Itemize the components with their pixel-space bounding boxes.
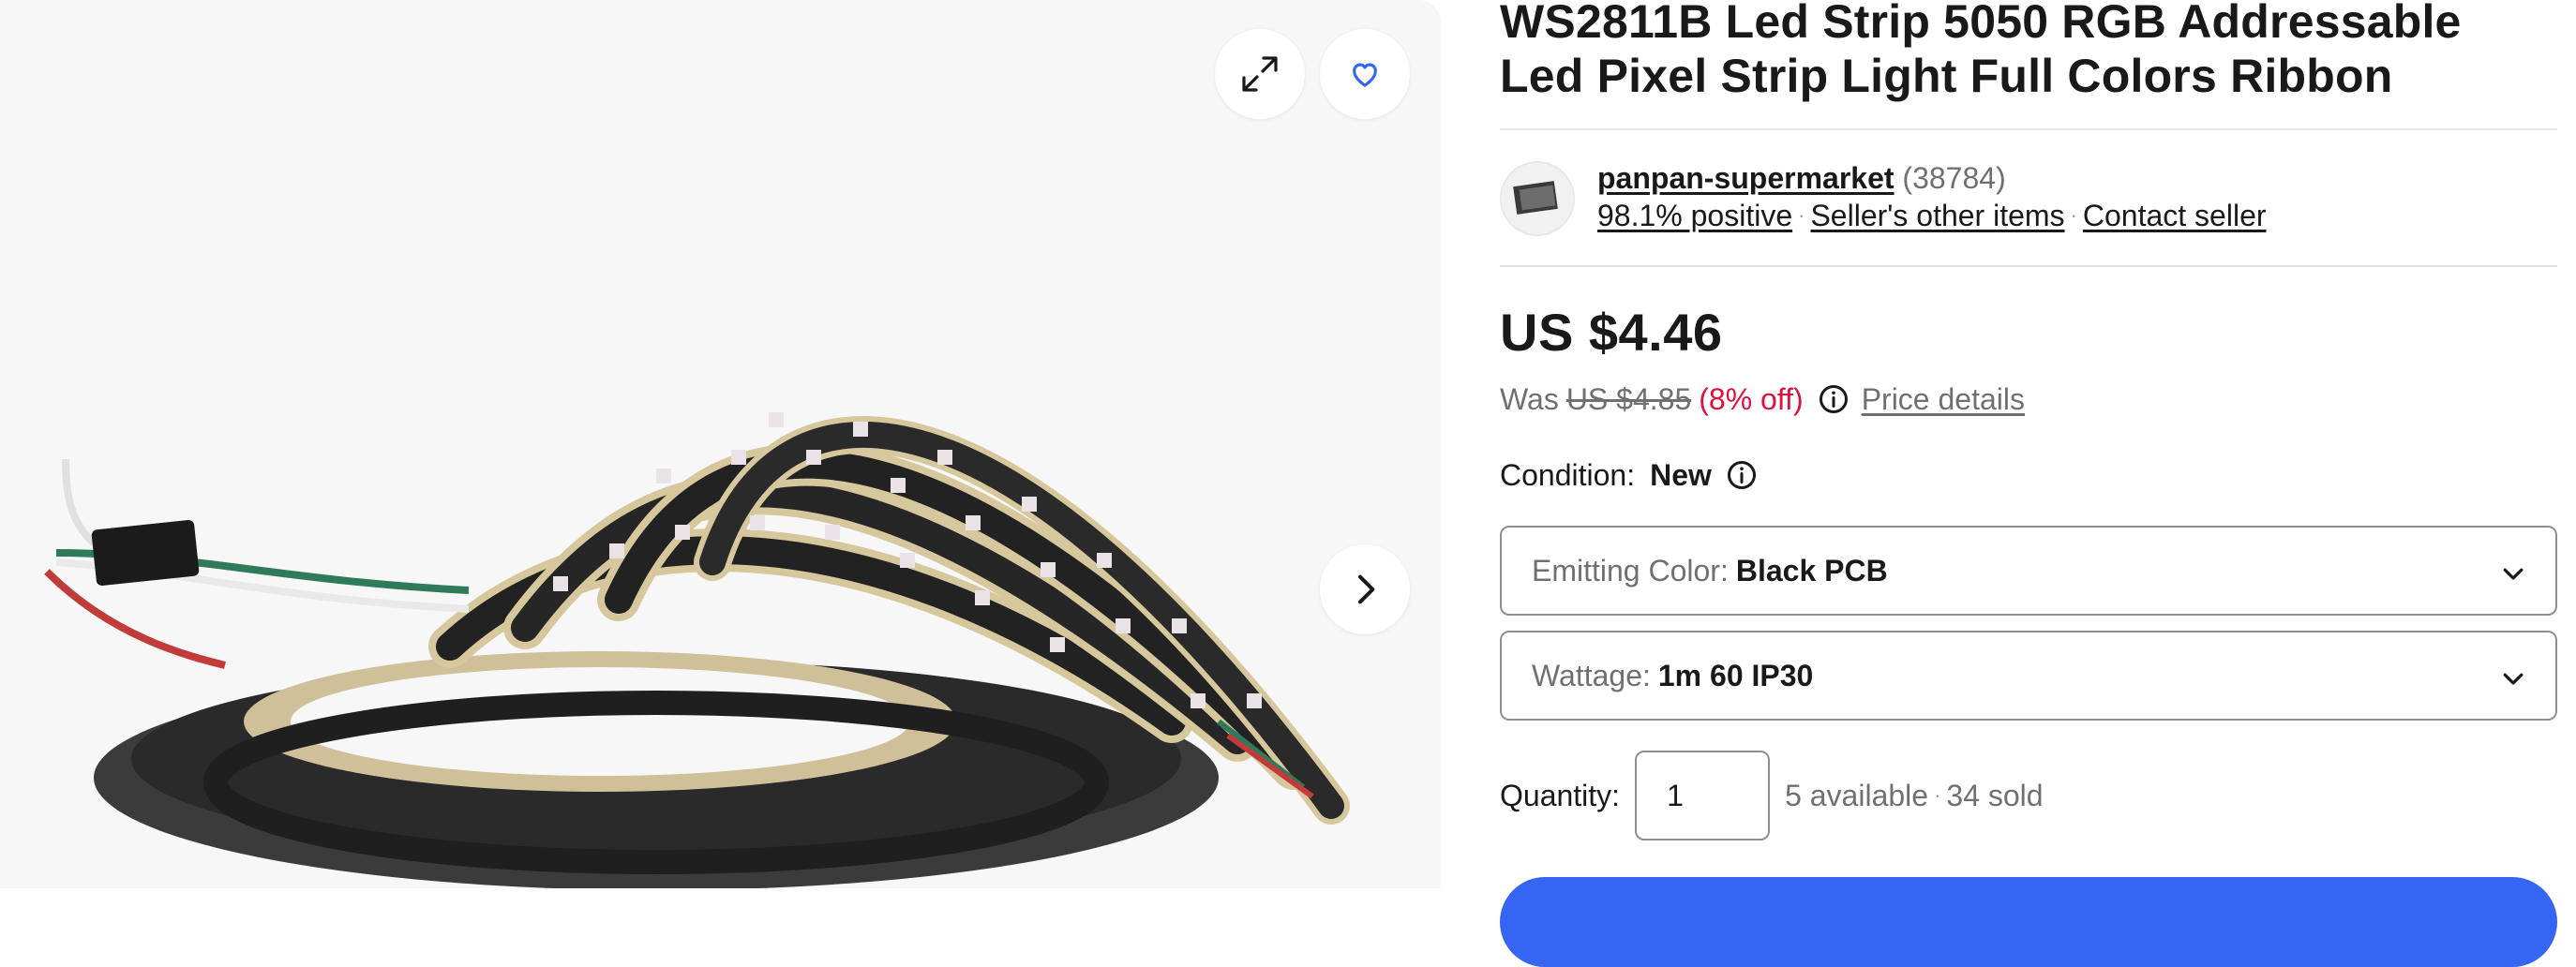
quantity-input[interactable] [1635, 751, 1771, 841]
quantity-row: Quantity: 5 available·34 sold [1500, 750, 2044, 841]
discount-percent: (8% off) [1699, 382, 1804, 416]
was-price-row: Was US $4.85 (8% off) Price details [1500, 379, 2025, 420]
sold-count: 34 sold [1946, 778, 2044, 812]
expand-image-button[interactable] [1215, 29, 1305, 119]
dot-separator: · [2070, 203, 2077, 227]
chevron-down-icon [2503, 673, 2524, 685]
seller-info: panpan-supermarket (38784) [1597, 157, 2006, 199]
buy-it-now-button[interactable] [1500, 877, 2557, 967]
seller-feedback-count: (38784) [1902, 161, 2006, 195]
item-title: WS2811B Led Strip 5050 RGB Addressable L… [1500, 0, 2462, 102]
dot-separator: · [1934, 782, 1941, 807]
condition-label: Condition: [1500, 458, 1636, 492]
seller-logo-icon [1513, 181, 1558, 215]
wattage-select[interactable]: Wattage: 1m 60 IP30 [1500, 631, 2557, 721]
availability-text: 5 available · 34 sold [1785, 779, 2044, 813]
seller-name-link[interactable]: panpan-supermarket [1597, 161, 1895, 195]
contact-seller-link[interactable]: Contact seller [2083, 199, 2267, 232]
divider [1500, 128, 2557, 130]
seller-other-items-link[interactable]: Seller's other items [1810, 199, 2064, 232]
seller-avatar[interactable] [1500, 161, 1575, 236]
product-image [44, 412, 1350, 888]
price-details-link[interactable]: Price details [1862, 379, 2025, 420]
info-icon[interactable] [1725, 458, 1759, 492]
quantity-label: Quantity: [1500, 778, 1621, 812]
heart-icon [1353, 63, 1377, 87]
chevron-down-icon [2503, 568, 2524, 580]
select-value: 1m 60 IP30 [1657, 658, 1814, 692]
dot-separator: · [1798, 203, 1805, 227]
divider [1500, 265, 2557, 267]
expand-arrows-icon [1242, 56, 1278, 92]
available-count: 5 available [1785, 778, 1929, 812]
original-price: US $4.85 [1565, 382, 1692, 416]
seller-links: 98.1% positive · Seller's other items · Cont… [1597, 195, 2267, 236]
was-label: Was [1500, 382, 1559, 416]
emitting-color-select[interactable]: Emitting Color: Black PCB [1500, 526, 2557, 616]
item-price: US $4.46 [1500, 303, 1723, 362]
seller-positive-feedback-link[interactable]: 98.1% positive [1597, 199, 1792, 232]
select-label: Emitting Color: [1532, 553, 1729, 588]
condition-value: New [1650, 458, 1712, 492]
select-label: Wattage: [1532, 658, 1651, 692]
add-to-watchlist-button[interactable] [1320, 29, 1410, 119]
condition-row: Condition: New [1500, 454, 1759, 496]
image-gallery [0, 0, 1441, 888]
item-info-panel: WS2811B Led Strip 5050 RGB Addressable L… [1500, 0, 2557, 967]
select-value: Black PCB [1735, 553, 1888, 588]
info-icon[interactable] [1817, 382, 1850, 416]
